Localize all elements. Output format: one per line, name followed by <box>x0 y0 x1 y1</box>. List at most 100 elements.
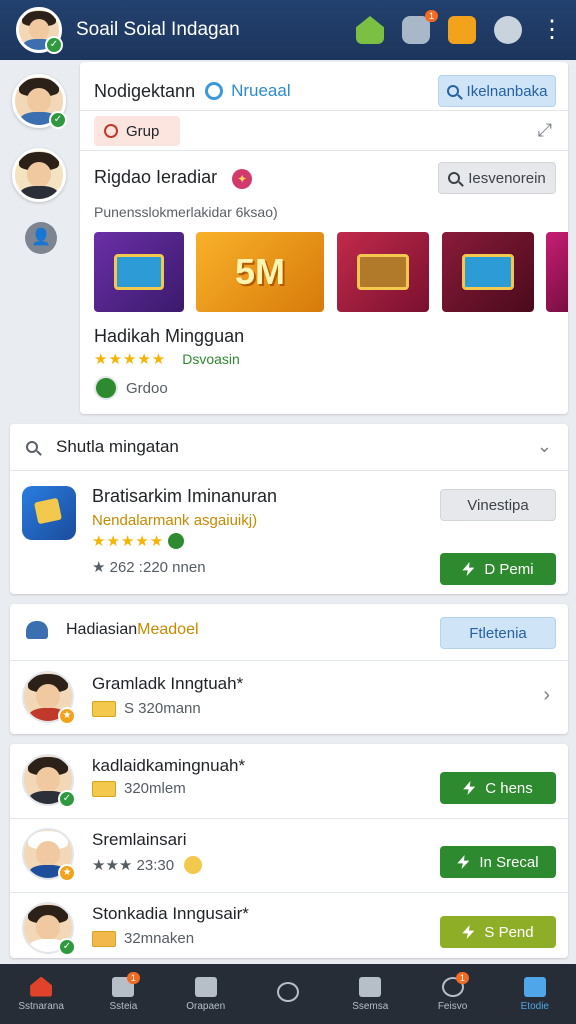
home-icon <box>30 976 53 997</box>
more-icon[interactable]: ⋮ <box>540 18 564 42</box>
item-description: Nendalarmank asgaiuikj) <box>92 512 258 529</box>
home-icon[interactable] <box>356 16 384 44</box>
user-avatar[interactable] <box>94 376 118 400</box>
section-title-text: Rigdao Ieradiar <box>94 167 218 188</box>
nav-chat[interactable] <box>247 964 329 1024</box>
user-avatar[interactable]: ★ <box>22 828 76 882</box>
thumbnails-caption: Punensslokmerlakidar 6ksao) <box>94 204 278 220</box>
nav-inbox[interactable]: Orapaen <box>165 964 247 1024</box>
nav-feed[interactable]: 1 Feisvo <box>411 964 493 1024</box>
row-action-label: In Srecal <box>479 853 539 871</box>
nav-store[interactable]: Ssemsa <box>329 964 411 1024</box>
section-header-button[interactable]: Ftletenia <box>440 617 556 649</box>
rating-stars: ★★★★★ <box>92 533 165 550</box>
chat-icon[interactable]: 1 <box>402 10 438 44</box>
level-badge-icon: ★ <box>58 707 76 725</box>
user-avatar[interactable]: ★ <box>22 671 76 725</box>
online-badge-icon: ✓ <box>58 790 76 808</box>
row-action-button[interactable]: S Pend <box>440 916 556 948</box>
mail-icon <box>194 976 217 997</box>
add-friend-icon[interactable]: 👤 <box>25 222 57 254</box>
bolt-icon <box>457 855 470 869</box>
nav-games[interactable]: Etodie <box>494 964 576 1024</box>
secondary-button[interactable]: Vinestipa <box>440 489 556 521</box>
nav-label: Etodie <box>520 1000 549 1012</box>
thumbnail-text: 5M <box>234 251 285 292</box>
coin-icon <box>92 930 116 947</box>
level-badge-icon: ★ <box>58 864 76 882</box>
row-action-label: S Pend <box>484 923 534 941</box>
card-subtitle[interactable]: Nrueaal <box>231 81 438 101</box>
nav-label: Ssteia <box>109 1000 138 1012</box>
section-title: Rigdao Ieradiar ✦ <box>94 167 438 189</box>
group-chip-label: Grup <box>126 122 160 140</box>
reward-thumbnail[interactable]: 5M <box>196 232 324 312</box>
search-header[interactable]: Shutla mingatan <box>26 424 552 470</box>
friend-avatar[interactable]: ✓ <box>12 74 67 129</box>
list-item[interactable]: ★ Gramladk Inngtuah* S 320mann › <box>10 660 568 734</box>
list-item[interactable]: ✓ kadlaidkamingnuah* 320mlem C hens <box>10 744 568 818</box>
sync-icon[interactable] <box>494 16 522 44</box>
primary-button[interactable]: D Pemi <box>440 553 556 585</box>
store-icon <box>359 976 382 997</box>
friends-rail: ✓ 👤 <box>12 74 70 254</box>
section-header-text: Hadiasian <box>66 621 138 638</box>
item-name: Bratisarkim Iminanuran <box>92 486 278 506</box>
nav-stats[interactable]: 1 Ssteia <box>82 964 164 1024</box>
bottom-navigation: Sstnarana 1 Ssteia Orapaen Ssemsa 1 Feis… <box>0 964 576 1024</box>
reward-thumbnail[interactable] <box>337 232 429 312</box>
rating-stars: ★★★★★ <box>94 351 167 368</box>
online-badge-icon: ✓ <box>58 938 76 956</box>
user-avatar[interactable]: ✓ <box>22 902 76 956</box>
reward-thumbnails: 5M <box>94 232 568 312</box>
row-name: kadlaidkamingnuah* <box>92 756 246 775</box>
status-ring-icon <box>205 82 224 100</box>
bolt-icon <box>463 781 476 795</box>
rewards-section-card: Hadiasian Meadoel Ftletenia ★ Gramladk I… <box>10 604 568 734</box>
coin-icon <box>92 700 116 717</box>
section-header-highlight: Meadoel <box>137 621 199 638</box>
search-card: Shutla mingatan ⌄ Bratisarkim Iminanuran… <box>10 424 568 594</box>
games-icon <box>523 976 546 997</box>
players-list-card: ✓ kadlaidkamingnuah* 320mlem C hens ★ Sr… <box>10 744 568 958</box>
online-badge-icon: ✓ <box>45 36 63 54</box>
trophy-icon <box>184 856 203 874</box>
expand-icon[interactable]: ⤢ <box>538 120 552 141</box>
chevron-right-icon[interactable]: › <box>543 684 550 707</box>
row-name: Sremlainsari <box>92 830 187 849</box>
friend-avatar[interactable] <box>12 148 66 202</box>
group-icon <box>104 124 118 138</box>
reward-thumbnail[interactable] <box>546 232 568 312</box>
reward-thumbnail[interactable] <box>442 232 534 312</box>
nav-label: Feisvo <box>437 1000 468 1012</box>
row-action-button[interactable]: C hens <box>440 772 556 804</box>
search-button-label: Ikelnanbaka <box>466 82 548 100</box>
section-search-button[interactable]: Iesvenorein <box>438 162 556 194</box>
item-size: ★ 262 :220 nnen <box>92 559 206 576</box>
profile-avatar[interactable]: ✓ <box>16 7 63 54</box>
search-button[interactable]: Ikelnanbaka <box>438 75 556 107</box>
app-icon[interactable] <box>22 486 76 540</box>
search-icon <box>446 85 459 97</box>
nav-home[interactable]: Sstnarana <box>0 964 82 1024</box>
row-action-button[interactable]: In Srecal <box>440 846 556 878</box>
row-meta: ★★★ 23:30 <box>92 857 175 874</box>
online-badge-icon: ✓ <box>49 111 67 129</box>
list-item[interactable]: ★ Sremlainsari ★★★ 23:30 In Srecal <box>10 818 568 892</box>
group-chip[interactable]: Grup <box>94 116 180 146</box>
list-item[interactable]: ✓ Stonkadia Inngusair* 32mnaken S Pend <box>10 892 568 958</box>
nav-label: Orapaen <box>186 1000 226 1012</box>
reward-tag[interactable]: Dsvoasin <box>182 351 240 367</box>
section-search-label: Iesvenorein <box>468 169 546 187</box>
nav-badge: 1 <box>455 972 469 984</box>
chevron-down-icon[interactable]: ⌄ <box>537 436 552 457</box>
book-icon[interactable] <box>448 16 476 44</box>
bolt-icon <box>462 925 475 939</box>
row-name: Gramladk Inngtuah* <box>92 674 244 693</box>
app-title: Soail Soial Indagan <box>76 19 240 40</box>
row-meta: 320mlem <box>124 780 186 797</box>
main-card: Nodigektann Nrueaal Ikelnanbaka Grup ⤢ R… <box>80 62 568 414</box>
row-meta: 32mnaken <box>124 930 195 947</box>
reward-thumbnail[interactable] <box>94 232 184 312</box>
user-avatar[interactable]: ✓ <box>22 754 76 808</box>
